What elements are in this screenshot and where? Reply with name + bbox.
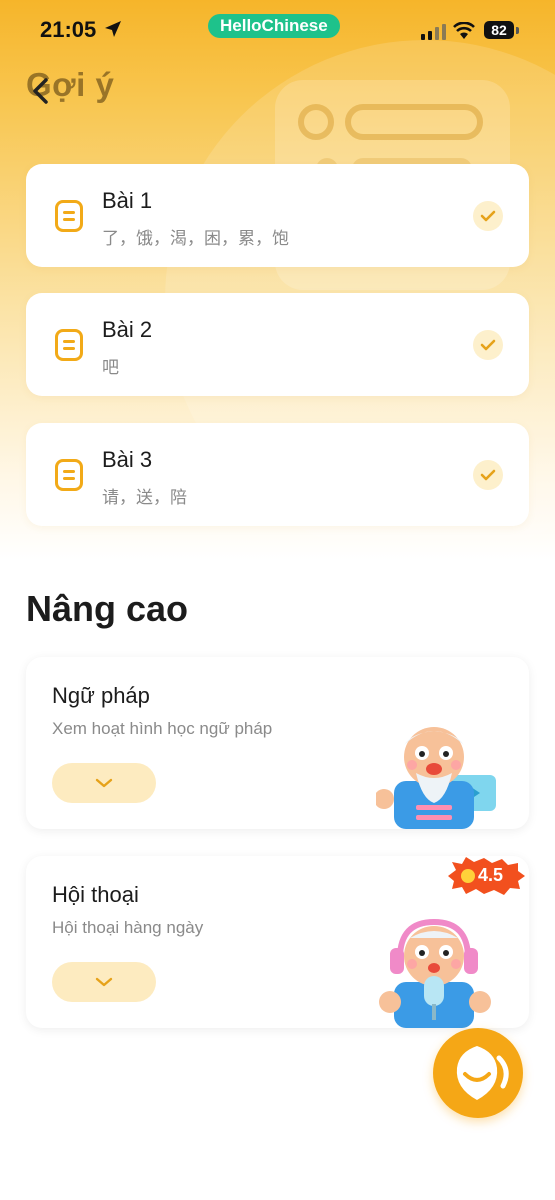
status-bar: 21:05 HelloChinese 82 bbox=[0, 0, 555, 60]
wifi-icon bbox=[453, 22, 475, 39]
app-badge[interactable]: HelloChinese bbox=[208, 14, 340, 38]
conversation-card[interactable]: Hội thoại Hội thoại hàng ngày 4.5 bbox=[26, 856, 529, 1028]
assistant-fab-button[interactable] bbox=[433, 1028, 523, 1118]
lesson-card-1[interactable]: Bài 1 了，饿，渴，困，累，饱 bbox=[26, 164, 529, 267]
lesson-card-2[interactable]: Bài 2 吧 bbox=[26, 293, 529, 396]
grammar-done-button[interactable] bbox=[52, 763, 156, 803]
card-subtitle: Xem hoạt hình học ngữ pháp bbox=[52, 719, 273, 738]
leaf-logo-icon bbox=[456, 1046, 509, 1100]
card-title: Hội thoại bbox=[52, 882, 139, 907]
lesson-title: Bài 3 bbox=[102, 447, 153, 472]
lesson-words: 吧 bbox=[102, 358, 119, 377]
check-icon bbox=[95, 977, 113, 987]
battery-cap bbox=[516, 27, 519, 34]
card-subtitle: Hội thoại hàng ngày bbox=[52, 918, 204, 937]
grammar-card[interactable]: Ngữ pháp Xem hoạt hình học ngữ pháp bbox=[26, 657, 529, 829]
conversation-done-button[interactable] bbox=[52, 962, 156, 1002]
lesson-doc-icon bbox=[55, 459, 83, 491]
decor-pill bbox=[345, 104, 483, 140]
card-title: Ngữ pháp bbox=[52, 683, 150, 708]
check-icon bbox=[95, 778, 113, 788]
battery-icon: 82 bbox=[484, 21, 514, 39]
teacher-video-icon bbox=[376, 727, 496, 829]
rating-value: 4.5 bbox=[478, 865, 504, 885]
lesson-words: 了，饿，渴，困，累，饱 bbox=[102, 229, 289, 248]
signal-icon bbox=[421, 24, 446, 40]
back-arrow-icon[interactable] bbox=[26, 74, 56, 108]
decor-dot bbox=[298, 104, 334, 140]
lesson-title: Bài 1 bbox=[102, 188, 153, 213]
rating-badge: 4.5 bbox=[444, 856, 526, 896]
check-icon bbox=[473, 330, 503, 360]
lesson-doc-icon bbox=[55, 200, 83, 232]
lesson-words: 请，送，陪 bbox=[102, 488, 187, 507]
teacher-headphones-icon bbox=[379, 918, 491, 1028]
location-arrow-icon bbox=[105, 21, 121, 37]
lesson-card-3[interactable]: Bài 3 请，送，陪 bbox=[26, 423, 529, 526]
check-icon bbox=[473, 460, 503, 490]
lesson-title: Bài 2 bbox=[102, 317, 153, 342]
status-time: 21:05 bbox=[40, 17, 97, 42]
section-title-advanced: Nâng cao bbox=[26, 588, 189, 629]
check-icon bbox=[473, 201, 503, 231]
lesson-doc-icon bbox=[55, 329, 83, 361]
